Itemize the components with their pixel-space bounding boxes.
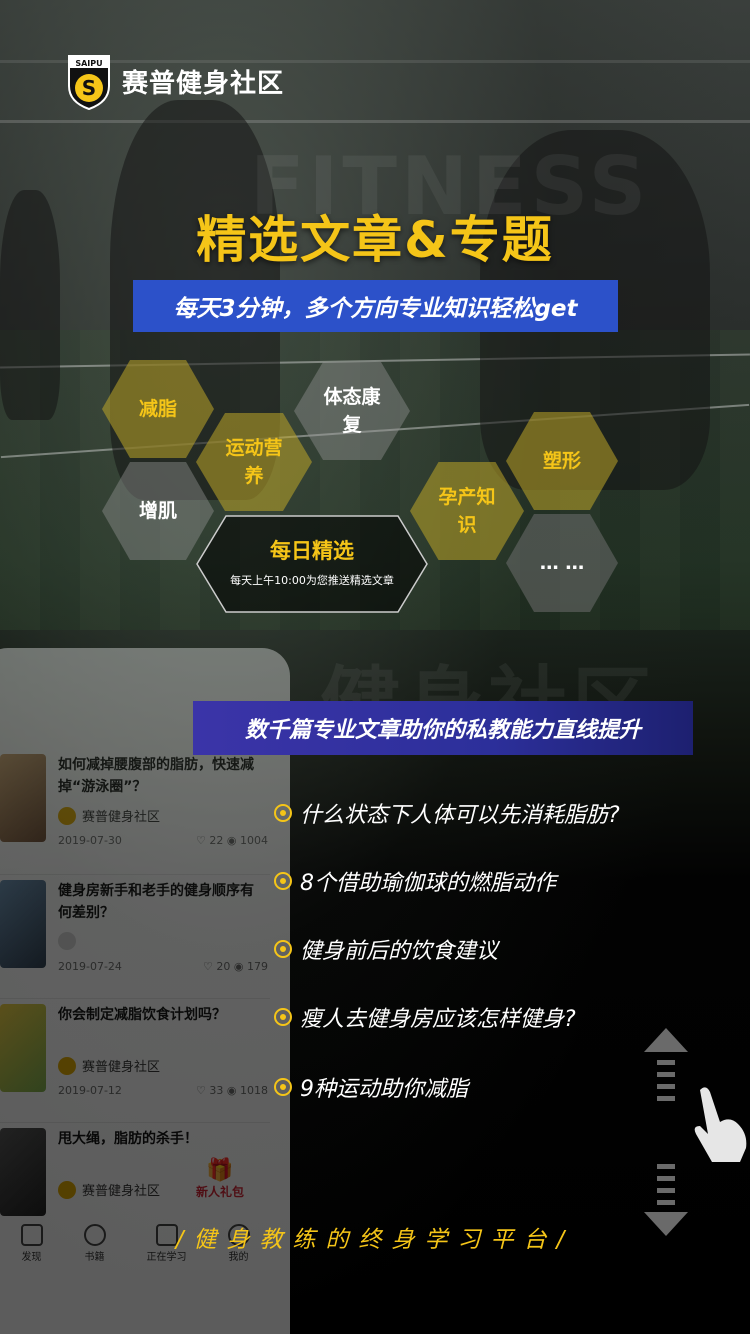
list-item: 健身房新手和老手的健身顺序有何差别？ 2019-07-24 ♡ 20 ◉ 179: [0, 880, 270, 990]
article-thumbnail: [0, 754, 46, 842]
article-source: [58, 932, 82, 950]
article-views: 1018: [240, 1084, 268, 1097]
daily-featured-card[interactable]: 每日精选 每天上午10:00为您推送精选文章: [196, 515, 428, 613]
feature-banner: 数千篇专业文章助你的私教能力直线提升: [193, 701, 693, 755]
source-name: 赛普健身社区: [82, 810, 161, 825]
heart-icon: ♡: [196, 834, 210, 847]
highlight-text: 9种运动助你减脂: [300, 1077, 468, 1102]
article-date: 2019-07-30: [58, 834, 122, 847]
heart-icon: ♡: [196, 1084, 210, 1097]
heart-icon: ♡: [203, 960, 217, 973]
article-meta: 2019-07-30 ♡ 22 ◉ 1004: [58, 834, 268, 847]
source-avatar: [58, 806, 76, 825]
highlight-item: 健身前后的饮食建议: [274, 933, 498, 965]
list-item: 如何减掉腰腹部的脂肪，快速减掉“游泳圈”？ 赛普健身社区 2019-07-30 ♡…: [0, 754, 270, 864]
footer-slogan: /健身教练的终身学习平台/: [175, 1227, 575, 1253]
logo-badge-text: SAIPU: [75, 59, 102, 68]
source-avatar: [58, 1180, 76, 1199]
source-avatar: [58, 932, 76, 950]
article-views: 1004: [240, 834, 268, 847]
article-title: 健身房新手和老手的健身顺序有何差别？: [58, 883, 254, 921]
article-title: 甩大绳，脂肪的杀手！: [58, 1131, 198, 1147]
divider: [0, 998, 270, 999]
article-source: 赛普健身社区: [58, 806, 160, 825]
hero-title: 精选文章&专题: [196, 211, 554, 269]
divider: [0, 1122, 270, 1123]
highlight-text: 8个借助瑜伽球的燃脂动作: [300, 871, 556, 896]
article-thumbnail: [0, 1004, 46, 1092]
highlight-item: 8个借助瑜伽球的燃脂动作: [274, 865, 556, 897]
new-user-gift: 🎁 新人礼包: [190, 1158, 250, 1208]
highlight-item: 什么状态下人体可以先消耗脂肪?: [274, 797, 620, 829]
source-name: 赛普健身社区: [82, 1060, 161, 1075]
highlight-item: 9种运动助你减脂: [274, 1071, 468, 1103]
ceiling-beam: [0, 120, 750, 123]
eye-icon: ◉: [226, 834, 240, 847]
source-avatar: [58, 1056, 76, 1075]
article-likes: 22: [209, 834, 224, 847]
bullet-icon: [274, 1008, 292, 1026]
highlight-text: 健身前后的饮食建议: [300, 939, 499, 964]
bullet-icon: [274, 940, 292, 958]
list-item: 你会制定减脂饮食计划吗？ 赛普健身社区 2019-07-12 ♡ 33 ◉ 101…: [0, 1004, 270, 1114]
article-source: 赛普健身社区: [58, 1056, 160, 1075]
article-views: 179: [247, 960, 268, 973]
daily-featured-title: 每日精选: [270, 539, 354, 563]
promo-page: FITNESS 健身社区 S SAIPU 赛普健身社区 精选文章&专题 每天3分…: [0, 0, 750, 1334]
article-likes: 20: [216, 960, 231, 973]
hand-pointer-icon: [694, 1087, 747, 1162]
highlight-item: 瘦人去健身房应该怎样健身?: [274, 1001, 576, 1033]
divider: [0, 874, 270, 875]
eye-icon: ◉: [226, 1084, 240, 1097]
article-meta: 2019-07-12 ♡ 33 ◉ 1018: [58, 1084, 268, 1097]
brand-logo: S SAIPU 赛普健身社区: [66, 52, 285, 111]
gift-icon: 🎁: [206, 1158, 234, 1183]
article-meta: 2019-07-24 ♡ 20 ◉ 179: [58, 960, 268, 973]
article-thumbnail: [0, 880, 46, 968]
bullet-icon: [274, 804, 292, 822]
gift-label: 新人礼包: [195, 1185, 244, 1199]
brand-name: 赛普健身社区: [122, 68, 285, 99]
source-name: 赛普健身社区: [82, 1184, 161, 1199]
article-date: 2019-07-12: [58, 1084, 122, 1097]
article-date: 2019-07-24: [58, 960, 122, 973]
article-source: 赛普健身社区: [58, 1180, 160, 1199]
saipu-shield-icon: S SAIPU: [66, 52, 112, 111]
highlight-text: 瘦人去健身房应该怎样健身?: [300, 1007, 576, 1032]
bullet-icon: [274, 872, 292, 890]
daily-featured-desc: 每天上午10:00为您推送精选文章: [230, 574, 394, 587]
article-likes: 33: [209, 1084, 224, 1097]
highlight-text: 什么状态下人体可以先消耗脂肪?: [300, 803, 620, 828]
eye-icon: ◉: [233, 960, 247, 973]
hero-subtitle: 每天3分钟，多个方向专业知识轻松get: [133, 280, 618, 332]
article-title: 你会制定减脂饮食计划吗？: [58, 1007, 226, 1023]
article-title: 如何减掉腰腹部的脂肪，快速减掉“游泳圈”？: [58, 757, 254, 795]
svg-text:S: S: [82, 76, 96, 100]
bullet-icon: [274, 1078, 292, 1096]
article-thumbnail: [0, 1128, 46, 1216]
swipe-arrows-icon: [644, 1028, 688, 1236]
